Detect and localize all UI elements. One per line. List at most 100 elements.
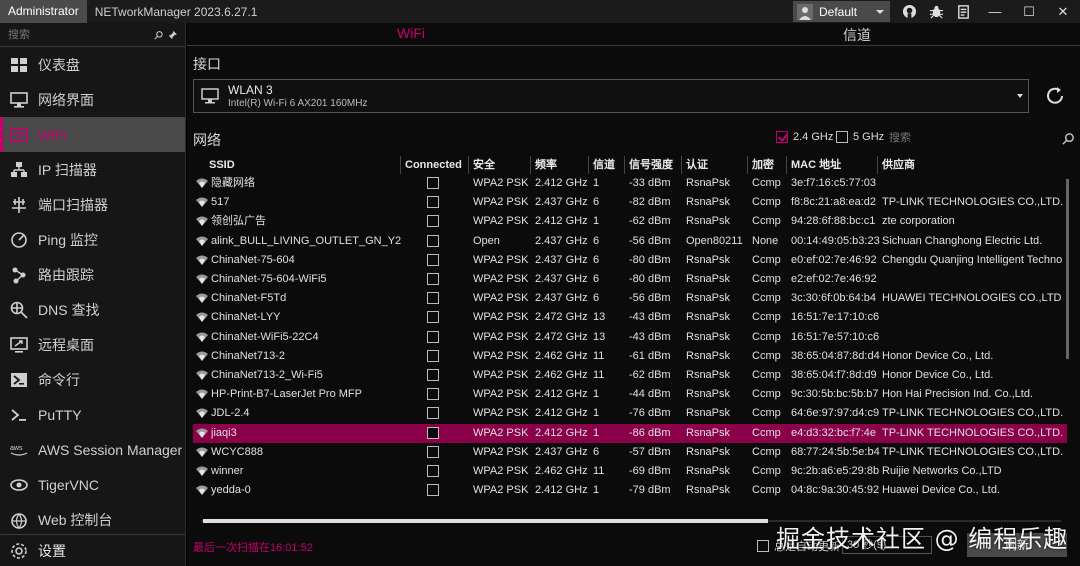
cell-security: WPA2 PSK	[473, 407, 529, 420]
gear-icon	[11, 542, 27, 559]
clipboard-icon[interactable]	[956, 4, 971, 19]
table-row[interactable]: ChinaNet-F5Td WPA2 PSK 2.437 GHz 6 -56 dBm Rs…	[193, 289, 1067, 308]
sidebar-item-label: 仪表盘	[38, 56, 80, 73]
maximize-button[interactable]: ☐	[1012, 0, 1046, 23]
filter-5ghz[interactable]: 5 GHz	[836, 131, 884, 143]
connected-checkbox[interactable]	[427, 465, 439, 477]
cell-channel: 6	[593, 273, 600, 285]
cell-channel: 11	[593, 465, 605, 477]
tab-wifi[interactable]: WiFi	[397, 25, 425, 41]
th-signal[interactable]: 信号强度	[624, 156, 679, 174]
table-row[interactable]: alink_BULL_LIVING_OUTLET_GN_Y201 Open 2.43…	[193, 232, 1067, 251]
connected-checkbox[interactable]	[427, 426, 439, 439]
sidebar-item-web-console[interactable]: Web 控制台	[0, 502, 185, 530]
th-security[interactable]: 安全	[468, 156, 526, 174]
connected-checkbox[interactable]	[427, 253, 439, 266]
cell-mac: 16:51:7e:17:10:c6	[791, 311, 880, 324]
connected-checkbox[interactable]	[427, 407, 439, 420]
sidebar-item-dns-lookup[interactable]: DNS 查找	[0, 292, 185, 327]
table-row[interactable]: ChinaNet-LYY WPA2 PSK 2.472 GHz 13 -43 dBm Rs…	[193, 308, 1067, 327]
auto-refresh-checkbox[interactable]	[757, 540, 769, 552]
table-row[interactable]: 领创弘广告 WPA2 PSK 2.412 GHz 1 -62 dBm RsnaPsk Ccm…	[193, 212, 1067, 231]
th-vendor[interactable]: 供应商	[877, 156, 1062, 174]
cell-cipher: None	[752, 234, 779, 247]
table-row[interactable]: jiaqi3 WPA2 PSK 2.412 GHz 1 -86 dBm RsnaPsk Cc…	[193, 423, 1067, 443]
checkbox-2-4ghz[interactable]	[776, 131, 788, 143]
connected-checkbox[interactable]	[427, 484, 439, 497]
dns-lookup-icon	[10, 301, 28, 319]
cell-frequency: 2.437 GHz	[535, 234, 588, 247]
checkbox-5ghz[interactable]	[836, 131, 848, 143]
table-row[interactable]: JDL-2.4 WPA2 PSK 2.412 GHz 1 -76 dBm RsnaPsk C…	[193, 404, 1067, 423]
table-row[interactable]: yedda-0 WPA2 PSK 2.412 GHz 1 -79 dBm RsnaPsk C…	[193, 481, 1067, 500]
filter-2-4ghz[interactable]: 2.4 GHz	[776, 131, 833, 143]
connected-checkbox[interactable]	[427, 215, 439, 228]
sidebar-item-dashboard[interactable]: 仪表盘	[0, 47, 185, 82]
connected-checkbox[interactable]	[427, 445, 439, 458]
connected-checkbox[interactable]	[427, 234, 439, 247]
cell-frequency: 2.472 GHz	[535, 330, 588, 343]
sidebar-item-wifi[interactable]: WiFi	[0, 117, 185, 152]
cell-vendor	[882, 270, 1067, 289]
connected-checkbox[interactable]	[427, 330, 439, 343]
profile-dropdown[interactable]: Default	[793, 1, 890, 22]
th-mac[interactable]: MAC 地址	[786, 156, 876, 174]
cell-vendor: Sichuan Changhong Electric Ltd.	[882, 234, 1043, 247]
sidebar-item-traceroute[interactable]: 路由跟踪	[0, 257, 185, 292]
table-row[interactable]: ChinaNet-75-604-WiFi5 WPA2 PSK 2.437 GHz 6 -…	[193, 270, 1067, 289]
vertical-scrollbar[interactable]	[1066, 179, 1069, 359]
sidebar-item-network-interface[interactable]: 网络界面	[0, 82, 185, 117]
refresh-interfaces-icon[interactable]	[1044, 85, 1066, 107]
table-row[interactable]: HP-Print-B7-LaserJet Pro MFP WPA2 PSK 2.41…	[193, 385, 1067, 404]
connected-checkbox[interactable]	[427, 311, 439, 324]
sidebar-item-tigervnc[interactable]: TigerVNC	[0, 467, 185, 502]
github-icon[interactable]	[902, 4, 917, 19]
network-search-input[interactable]	[889, 132, 1062, 144]
table-row[interactable]: WCYC888 WPA2 PSK 2.437 GHz 6 -57 dBm RsnaPsk C…	[193, 443, 1067, 462]
th-auth[interactable]: 认证	[681, 156, 743, 174]
connected-checkbox[interactable]	[427, 292, 439, 305]
cell-mac: 64:6e:97:97:d4:c9	[791, 407, 880, 420]
connected-checkbox[interactable]	[427, 196, 439, 209]
sidebar-item-ip-scanner[interactable]: IP 扫描器	[0, 152, 185, 187]
table-row[interactable]: 517 WPA2 PSK 2.437 GHz 6 -82 dBm RsnaPsk Ccmp f…	[193, 193, 1067, 212]
connected-checkbox[interactable]	[427, 349, 439, 362]
minimize-button[interactable]: —	[978, 0, 1012, 23]
table-row[interactable]: ChinaNet-75-604 WPA2 PSK 2.437 GHz 6 -80 dBm…	[193, 251, 1067, 270]
th-ssid[interactable]: SSID	[205, 156, 395, 174]
close-button[interactable]: ✕	[1046, 0, 1080, 23]
search-icon[interactable]	[154, 28, 164, 42]
connected-checkbox[interactable]	[427, 273, 439, 285]
table-row[interactable]: ChinaNet713-2 WPA2 PSK 2.462 GHz 11 -61 dBm R…	[193, 347, 1067, 366]
settings-button[interactable]: 设置	[0, 534, 185, 566]
table-row[interactable]: winner WPA2 PSK 2.462 GHz 11 -69 dBm RsnaPsk C…	[193, 462, 1067, 481]
cell-cipher: Ccmp	[752, 330, 781, 343]
cell-security: WPA2 PSK	[473, 484, 529, 497]
table-row[interactable]: ChinaNet-WiFi5-22C4 WPA2 PSK 2.472 GHz 13 -4…	[193, 328, 1067, 347]
search-icon[interactable]	[1062, 132, 1075, 145]
bug-icon[interactable]	[929, 4, 944, 19]
sidebar-item-label: PuTTY	[38, 406, 82, 423]
connected-checkbox[interactable]	[427, 388, 439, 401]
sidebar-item-aws-session-manager[interactable]: aws AWS Session Manager	[0, 432, 185, 467]
sidebar-item-powershell[interactable]: 命令行	[0, 362, 185, 397]
cell-signal: -76 dBm	[629, 407, 671, 420]
th-connected[interactable]: Connected	[400, 156, 464, 174]
sidebar-item-ping-monitor[interactable]: Ping 监控	[0, 222, 185, 257]
pin-icon[interactable]	[168, 28, 178, 42]
connected-checkbox[interactable]	[427, 177, 439, 189]
scrollbar-thumb[interactable]	[203, 519, 768, 523]
interface-select[interactable]: WLAN 3 Intel(R) Wi-Fi 6 AX201 160MHz	[193, 79, 1029, 113]
sidebar-search-input[interactable]	[8, 28, 150, 41]
sidebar-item-putty[interactable]: PuTTY	[0, 397, 185, 432]
th-channel[interactable]: 信道	[588, 156, 620, 174]
table-row[interactable]: 隐藏网络 WPA2 PSK 2.412 GHz 1 -33 dBm RsnaPsk Ccmp…	[193, 174, 1067, 193]
tab-channel[interactable]: 信道	[843, 25, 871, 45]
cell-mac: 00:14:49:05:b3:23	[791, 234, 880, 247]
th-cipher[interactable]: 加密	[747, 156, 785, 174]
sidebar-item-remote-desktop[interactable]: 远程桌面	[0, 327, 185, 362]
connected-checkbox[interactable]	[427, 369, 439, 381]
table-row[interactable]: ChinaNet713-2_Wi-Fi5 WPA2 PSK 2.462 GHz 11 -…	[193, 366, 1067, 385]
th-frequency[interactable]: 频率	[530, 156, 586, 174]
sidebar-item-port-scanner[interactable]: 端口扫描器	[0, 187, 185, 222]
